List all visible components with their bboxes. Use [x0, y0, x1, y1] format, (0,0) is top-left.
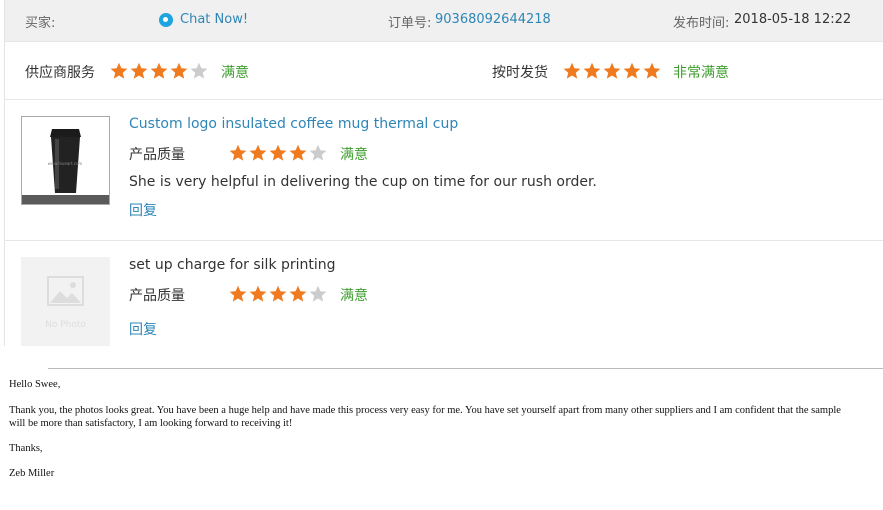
order-label: 订单号:: [388, 16, 432, 31]
product-thumbnail[interactable]: www.hiveart.com: [21, 116, 110, 205]
email-greeting: Hello Swee,: [9, 379, 61, 390]
on-time-delivery-stars: [563, 62, 661, 82]
product-title-link[interactable]: Custom logo insulated coffee mug thermal…: [129, 116, 458, 132]
review-header: 买家: Chat Now! 订单号: 90368092644218 发布时间: …: [5, 0, 883, 42]
supplier-ratings: 供应商服务 满意 按时发货 非常满意: [5, 42, 883, 100]
email-signature: Zeb Miller: [9, 468, 55, 479]
email-closing: Thanks,: [9, 443, 43, 454]
chat-icon[interactable]: [159, 13, 173, 27]
on-time-delivery-rating-text: 非常满意: [673, 65, 729, 81]
review-item: No Photo set up charge for silk printing…: [5, 241, 883, 346]
star-icon: [269, 285, 287, 302]
email-body-line-2: will be more than satisfactory, I am loo…: [9, 418, 293, 429]
star-icon: [110, 62, 128, 79]
review-comment: She is very helpful in delivering the cu…: [129, 174, 597, 190]
on-time-delivery-label: 按时发货: [492, 65, 548, 81]
review-card: 买家: Chat Now! 订单号: 90368092644218 发布时间: …: [4, 0, 883, 346]
star-icon: [289, 285, 307, 302]
star-icon: [309, 285, 327, 302]
star-icon: [229, 285, 247, 302]
star-icon: [309, 144, 327, 161]
review-divider: [4, 240, 883, 241]
star-icon: [563, 62, 581, 79]
supplier-service-rating-text: 满意: [221, 65, 249, 81]
star-icon: [249, 285, 267, 302]
reply-link[interactable]: 回复: [129, 319, 157, 339]
star-icon: [190, 62, 208, 79]
date-value: 2018-05-18 12:22: [734, 12, 852, 27]
star-icon: [643, 62, 661, 79]
star-icon: [150, 62, 168, 79]
supplier-service-label: 供应商服务: [25, 65, 95, 81]
no-photo-text: No Photo: [45, 320, 86, 330]
star-icon: [269, 144, 287, 161]
supplier-service-stars: [110, 62, 208, 82]
product-quality-stars: [229, 144, 327, 164]
star-icon: [170, 62, 188, 79]
star-icon: [249, 144, 267, 161]
date-label: 发布时间:: [673, 16, 730, 31]
product-title: set up charge for silk printing: [129, 257, 336, 273]
no-photo-icon: No Photo: [45, 276, 86, 330]
reply-link[interactable]: 回复: [129, 200, 157, 220]
thumb-watermark: www.hiveart.com: [48, 161, 83, 166]
product-quality-rating-text: 满意: [340, 288, 368, 304]
product-quality-stars: [229, 285, 327, 305]
star-icon: [583, 62, 601, 79]
email-separator: [48, 368, 883, 369]
star-icon: [130, 62, 148, 79]
review-item: www.hiveart.com Custom logo insulated co…: [5, 100, 883, 240]
order-number-link[interactable]: 90368092644218: [435, 12, 551, 27]
star-icon: [623, 62, 641, 79]
email-body-line-1: Thank you, the photos looks great. You h…: [9, 405, 841, 416]
coffee-mug-image: www.hiveart.com: [22, 117, 109, 204]
chat-now-link[interactable]: Chat Now!: [180, 12, 248, 27]
product-quality-label: 产品质量: [129, 288, 185, 304]
product-quality-rating-text: 满意: [340, 147, 368, 163]
buyer-label: 买家:: [25, 16, 56, 31]
star-icon: [289, 144, 307, 161]
no-photo-thumbnail: No Photo: [21, 257, 110, 346]
star-icon: [229, 144, 247, 161]
star-icon: [603, 62, 621, 79]
product-quality-label: 产品质量: [129, 147, 185, 163]
